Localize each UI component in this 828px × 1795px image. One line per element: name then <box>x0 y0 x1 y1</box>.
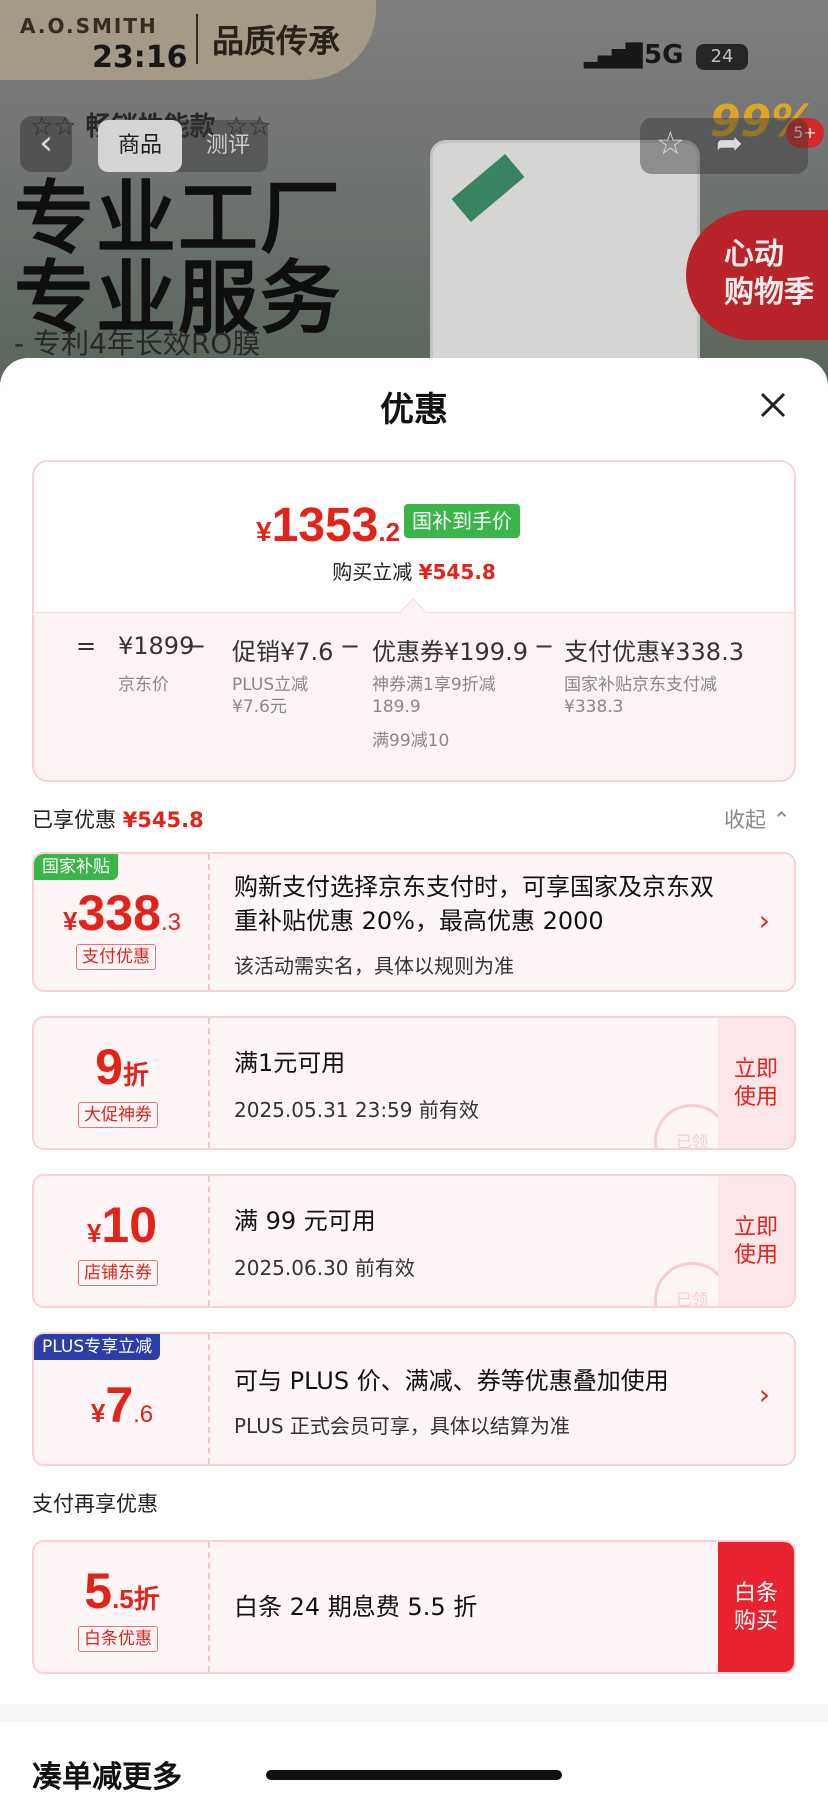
coupon-label-2: 满99减10 <box>372 731 450 751</box>
subsidy-desc: 购新支付选择京东支付时，可享国家及京东双重补贴优惠 20%，最高优惠 2000 <box>234 873 714 935</box>
more-section-title: 凑单减更多 <box>32 1760 182 1795</box>
coupon-card-plus[interactable]: PLUS专享立减 ¥7.6 可与 PLUS 价、满减、券等优惠叠加使用 PLUS… <box>32 1332 796 1466</box>
sheet-title: 优惠 <box>380 390 448 430</box>
plus-amount: ¥7.6 <box>90 1377 154 1433</box>
coupon-condition: 满1元可用 <box>234 1049 346 1077</box>
pay-label: 国家补贴京东支付减 ¥338.3 <box>564 675 717 717</box>
discount-sheet: 优惠 ¥1353.2 国补到手价 购买立减 ¥545.8 = ¥1899 − 促… <box>0 358 828 1795</box>
coupon-amount: 9折 <box>95 1039 149 1095</box>
promo-value: 促销¥7.6 <box>232 638 334 666</box>
subsidy-note: 该活动需实名，具体以规则为准 <box>234 954 514 978</box>
coupon-card-subsidy[interactable]: 国家补贴 ¥338.3 支付优惠 购新支付选择京东支付时，可享国家及京东双重补贴… <box>32 852 796 992</box>
coupon-condition: 满 99 元可用 <box>234 1207 376 1235</box>
coupon-expiry: 2025.06.30 前有效 <box>234 1256 415 1280</box>
pay-discount-chip: 支付优惠 <box>76 944 156 970</box>
home-indicator[interactable] <box>266 1770 562 1780</box>
coupon-amount: ¥10 <box>86 1197 158 1253</box>
chevron-right-icon: › <box>758 904 770 937</box>
coupon-value: 优惠券¥199.9 <box>372 638 528 666</box>
promo-label: PLUS立减 ¥7.6元 <box>232 675 309 717</box>
pay-value: 支付优惠¥338.3 <box>564 638 744 666</box>
coupon-card-baitiao: 5.5折 白条优惠 白条 24 期息费 5.5 折 白条 购买 <box>32 1540 796 1674</box>
base-price: ¥1899 <box>118 632 195 660</box>
baitiao-desc: 白条 24 期息费 5.5 折 <box>234 1593 478 1621</box>
coupon-chip: 店铺东券 <box>78 1260 158 1286</box>
coupon-expiry: 2025.05.31 23:59 前有效 <box>234 1098 479 1122</box>
plus-tag: PLUS专享立减 <box>34 1334 161 1360</box>
enjoyed-discount: 已享优惠 ¥545.8 <box>32 808 204 832</box>
chevron-up-icon: ⌃ <box>772 808 791 832</box>
baitiao-amount: 5.5折 <box>84 1563 160 1619</box>
collapse-button[interactable]: 收起 ⌃ <box>724 804 790 834</box>
subsidy-price-tag: 国补到手价 <box>404 504 520 538</box>
close-icon[interactable] <box>756 388 790 422</box>
coupon-label: 神券满1享9折减 189.9 <box>372 675 496 717</box>
buy-save: 购买立减 ¥545.8 <box>332 560 496 584</box>
coupon-card-10yuan: ¥10 店铺东券 满 99 元可用 2025.06.30 前有效 已领 立即 使… <box>32 1174 796 1308</box>
subsidy-tag: 国家补贴 <box>34 854 118 880</box>
subsidy-amount: ¥338.3 <box>63 885 181 941</box>
price-summary: ¥1353.2 国补到手价 购买立减 ¥545.8 = ¥1899 − 促销¥7… <box>32 460 796 782</box>
coupon-card-9off: 9折 大促神券 满1元可用 2025.05.31 23:59 前有效 已领 立即… <box>32 1016 796 1150</box>
baitiao-chip: 白条优惠 <box>78 1626 158 1652</box>
use-now-button[interactable]: 立即 使用 <box>718 1018 794 1148</box>
base-label: 京东价 <box>118 675 169 695</box>
price-formula: = ¥1899 − 促销¥7.6 − 优惠券¥199.9 − 支付优惠¥338.… <box>76 632 744 666</box>
baitiao-buy-button[interactable]: 白条 购买 <box>718 1542 794 1672</box>
plus-note: PLUS 正式会员可享，具体以结算为准 <box>234 1414 570 1438</box>
use-now-button[interactable]: 立即 使用 <box>718 1176 794 1306</box>
coupon-chip: 大促神券 <box>78 1102 158 1128</box>
pay-more-title: 支付再享优惠 <box>32 1492 158 1516</box>
plus-desc: 可与 PLUS 价、满减、券等优惠叠加使用 <box>234 1367 669 1395</box>
chevron-right-icon: › <box>758 1378 770 1411</box>
final-price: ¥1353.2 <box>256 499 401 552</box>
